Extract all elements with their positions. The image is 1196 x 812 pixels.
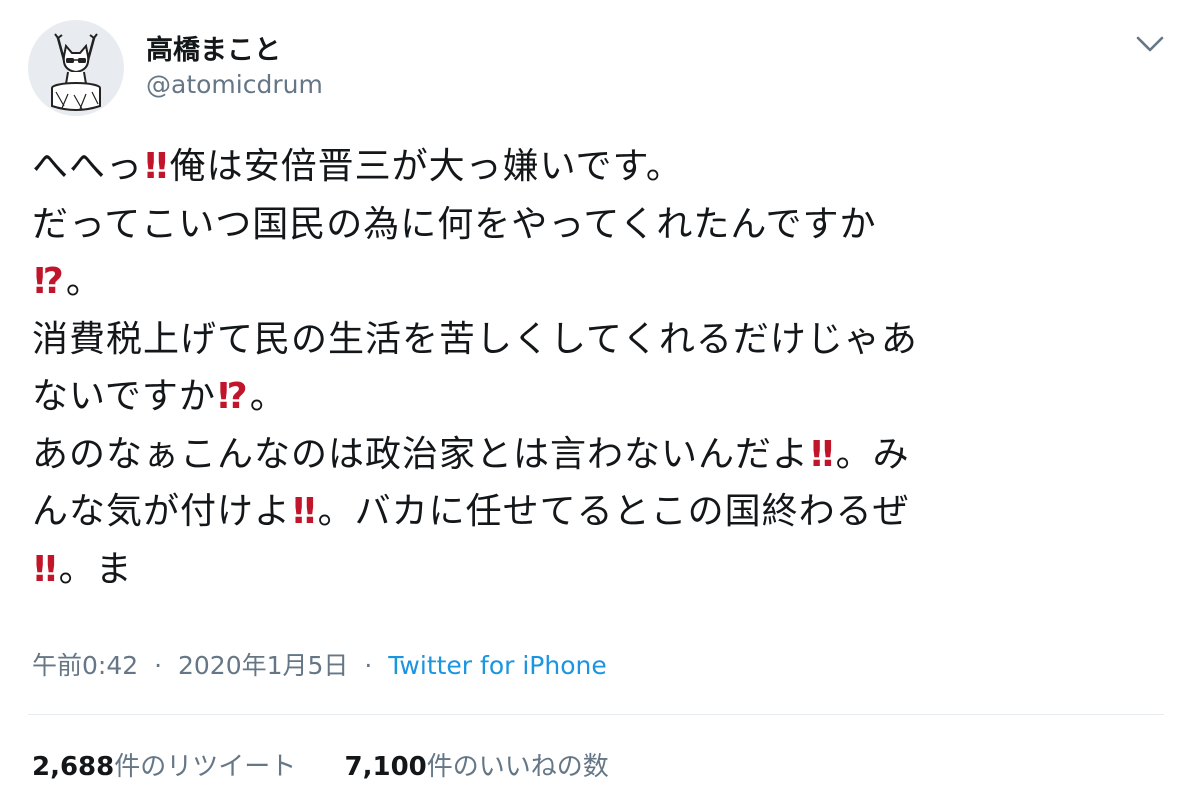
tweet-date[interactable]: 2020年1月5日 <box>178 651 348 680</box>
tweet-line: あのなぁこんなのは政治家とは言わないんだよ‼ 。み <box>32 426 1152 484</box>
tweet-text-segment: 。バカに任せてるとこの国終わるぜ <box>317 491 910 532</box>
meta-separator: · <box>154 651 163 680</box>
avatar[interactable] <box>28 20 124 116</box>
tweet-line: だってこいつ国民の為に何をやってくれたんですか <box>32 196 1152 254</box>
tweet-text-segment: 。み <box>835 433 910 475</box>
tweet-stats: 2,688件のリツイート 7,100件のいいねの数 <box>32 746 609 783</box>
double-exclamation-icon: ‼ <box>145 146 168 187</box>
tweet-text-segment: 。ま <box>58 548 133 590</box>
tweet-meta: 午前0:42 · 2020年1月5日 · Twitter for iPhone <box>32 646 607 682</box>
tweet-text: へへっ‼ 俺は安倍晋三が大っ嫌いです。 だってこいつ国民の為に何をやってくれたんで… <box>32 138 1152 598</box>
likes-stat[interactable]: 7,100件のいいねの数 <box>345 746 609 783</box>
tweet-text-segment: 。 <box>249 376 287 417</box>
retweets-stat[interactable]: 2,688件のリツイート <box>32 746 296 783</box>
tweet-text-segment: 俺は安倍晋三が大っ嫌いです。 <box>169 146 683 187</box>
tweet-line: ‼ 。ま <box>32 541 1152 599</box>
tweet-line: ないですか⁉。 <box>32 368 1152 426</box>
cat-drummer-avatar-icon <box>51 33 101 111</box>
tweet-text-segment: だってこいつ国民の為に何をやってくれたんですか <box>32 203 877 245</box>
tweet-text-segment: 。 <box>65 261 103 302</box>
tweet-text-segment: んな気が付けよ <box>32 491 292 532</box>
likes-count: 7,100 <box>344 752 427 782</box>
display-name[interactable]: 高橋まこと <box>146 28 281 67</box>
tweet-text-segment: あのなぁこんなのは政治家とは言わないんだよ <box>32 433 810 475</box>
tweet-text-segment: へへっ <box>32 146 144 187</box>
likes-label: 件のいいねの数 <box>426 752 609 782</box>
chevron-down-icon[interactable] <box>1132 30 1168 58</box>
tweet-source-link[interactable]: Twitter for iPhone <box>388 651 606 680</box>
user-handle[interactable]: @atomicdrum <box>146 70 323 99</box>
meta-separator: · <box>364 651 373 680</box>
divider <box>28 714 1164 715</box>
tweet-text-segment: ないですか <box>32 376 216 417</box>
exclamation-question-icon: ⁉ <box>34 261 64 302</box>
retweets-count: 2,688 <box>32 752 115 782</box>
tweet-line: へへっ‼ 俺は安倍晋三が大っ嫌いです。 <box>32 138 1152 196</box>
double-exclamation-icon: ‼ <box>293 491 316 532</box>
tweet-card: 高橋まこと @atomicdrum へへっ‼ 俺は安倍晋三が大っ嫌いです。 だって… <box>0 0 1196 812</box>
exclamation-question-icon: ⁉ <box>217 376 248 417</box>
tweet-line: 消費税上げて民の生活を苦しくしてくれるだけじゃあ <box>32 311 1152 369</box>
double-exclamation-icon: ‼ <box>34 548 57 590</box>
tweet-text-segment: 消費税上げて民の生活を苦しくしてくれるだけじゃあ <box>32 318 918 360</box>
double-exclamation-icon: ‼ <box>811 433 834 475</box>
tweet-line: ⁉。 <box>32 253 1152 311</box>
retweets-label: 件のリツイート <box>114 752 297 782</box>
tweet-time[interactable]: 午前0:42 <box>32 651 138 680</box>
tweet-line: んな気が付けよ‼ 。バカに任せてるとこの国終わるぜ <box>32 483 1152 541</box>
